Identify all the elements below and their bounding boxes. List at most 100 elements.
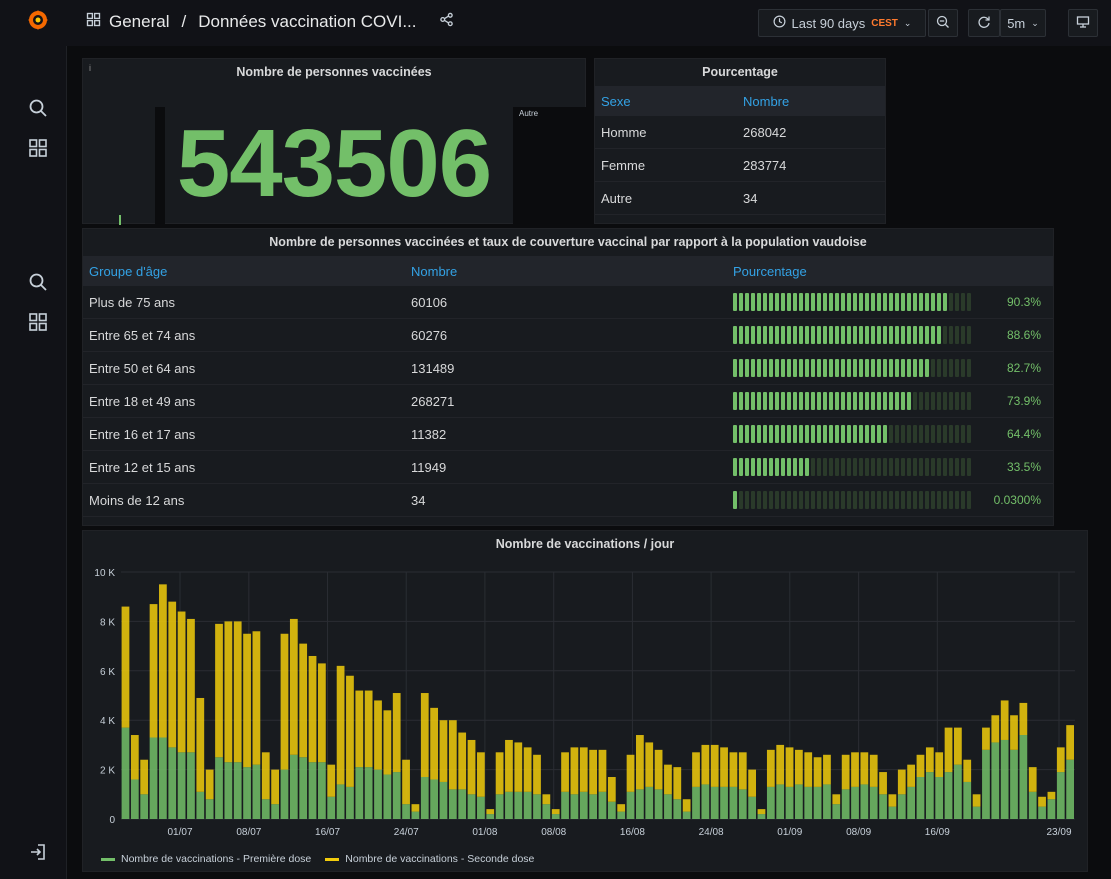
search-icon[interactable] [26,96,50,120]
bar-seconde-dose[interactable] [879,772,887,795]
bar-premiere-dose[interactable] [617,811,626,819]
bar-seconde-dose[interactable] [402,759,410,805]
age-table-panel[interactable]: Nombre de personnes vaccinées et taux de… [82,228,1054,526]
bar-seconde-dose[interactable] [215,623,223,758]
bar-seconde-dose[interactable] [991,715,1000,743]
bar-premiere-dose[interactable] [327,796,336,819]
bar-premiere-dose[interactable] [364,767,373,819]
dashboards-grid-icon[interactable] [26,136,50,160]
bar-premiere-dose[interactable] [448,789,457,819]
bar-seconde-dose[interactable] [617,804,626,812]
bar-seconde-dose[interactable] [533,754,541,795]
bar-seconde-dose[interactable] [458,732,467,790]
info-icon[interactable]: i [89,63,91,73]
bar-seconde-dose[interactable] [570,747,579,795]
bar-seconde-dose[interactable] [374,700,382,770]
bar-premiere-dose[interactable] [196,791,205,819]
bar-seconde-dose[interactable] [916,754,925,778]
bar-premiere-dose[interactable] [514,791,523,819]
bar-seconde-dose[interactable] [430,707,438,780]
bar-premiere-dose[interactable] [869,786,878,819]
bar-premiere-dose[interactable] [636,789,644,819]
bar-seconde-dose[interactable] [804,752,813,787]
legend-item-premiere-dose[interactable]: Nombre de vaccinations - Première dose [101,853,311,865]
bar-premiere-dose[interactable] [813,786,822,819]
bar-premiere-dose[interactable] [916,777,925,819]
legend-item-seconde-dose[interactable]: Nombre de vaccinations - Seconde dose [325,853,534,865]
bar-premiere-dose[interactable] [654,789,663,819]
bar-seconde-dose[interactable] [598,749,607,792]
bar-seconde-dose[interactable] [196,697,205,792]
bar-seconde-dose[interactable] [187,618,195,753]
bar-seconde-dose[interactable] [467,739,476,795]
bar-premiere-dose[interactable] [402,804,410,819]
bar-premiere-dose[interactable] [804,786,813,819]
bar-premiere-dose[interactable] [458,789,467,819]
bar-seconde-dose[interactable] [795,749,803,785]
bar-premiere-dose[interactable] [121,727,130,819]
bar-premiere-dose[interactable] [1000,739,1009,819]
bar-seconde-dose[interactable] [523,747,532,792]
bar-seconde-dose[interactable] [205,769,214,800]
bar-seconde-dose[interactable] [897,769,906,795]
column-header-pourcentage[interactable]: Pourcentage [727,256,1053,286]
bar-seconde-dose[interactable] [944,727,953,773]
bar-seconde-dose[interactable] [701,744,710,785]
bar-premiere-dose[interactable] [1066,759,1074,819]
bar-premiere-dose[interactable] [860,784,869,819]
bar-premiere-dose[interactable] [392,772,401,819]
bar-seconde-dose[interactable] [159,584,167,738]
bar-premiere-dose[interactable] [1038,806,1046,819]
bar-seconde-dose[interactable] [383,710,392,775]
bar-seconde-dose[interactable] [664,764,672,795]
bar-premiere-dose[interactable] [991,742,1000,819]
bar-premiere-dose[interactable] [495,794,504,819]
bar-premiere-dose[interactable] [299,757,308,819]
dashboard-title[interactable]: Données vaccination COVI... [198,12,416,32]
bar-seconde-dose[interactable] [813,757,822,787]
bar-premiere-dose[interactable] [701,784,710,819]
share-icon[interactable] [439,12,454,32]
bar-premiere-dose[interactable] [383,774,392,819]
bar-premiere-dose[interactable] [486,814,495,819]
bar-premiere-dose[interactable] [168,747,177,819]
bar-premiere-dose[interactable] [841,789,850,819]
bar-premiere-dose[interactable] [355,767,364,819]
bar-premiere-dose[interactable] [925,772,934,819]
bar-premiere-dose[interactable] [673,799,682,819]
tv-mode-button[interactable] [1068,9,1098,37]
bar-premiere-dose[interactable] [664,794,672,819]
bar-seconde-dose[interactable] [233,621,242,763]
bar-seconde-dose[interactable] [411,804,420,812]
bar-seconde-dose[interactable] [514,742,523,792]
bar-seconde-dose[interactable] [785,747,794,787]
bar-seconde-dose[interactable] [448,720,457,790]
bar-seconde-dose[interactable] [327,764,336,797]
bar-premiere-dose[interactable] [224,762,233,819]
bar-seconde-dose[interactable] [579,747,588,792]
bar-premiere-dose[interactable] [420,777,429,819]
bar-seconde-dose[interactable] [636,735,644,790]
bar-seconde-dose[interactable] [766,749,775,787]
bar-premiere-dose[interactable] [505,791,513,819]
breadcrumb-folder[interactable]: General [109,12,169,32]
bar-premiere-dose[interactable] [1056,772,1065,819]
bar-premiere-dose[interactable] [271,804,279,819]
bar-seconde-dose[interactable] [364,690,373,768]
search-icon[interactable] [26,270,50,294]
bar-seconde-dose[interactable] [692,752,700,787]
bar-premiere-dose[interactable] [972,806,981,819]
bar-seconde-dose[interactable] [336,665,345,785]
bar-premiere-dose[interactable] [1019,735,1028,819]
bar-seconde-dose[interactable] [841,754,850,790]
bar-premiere-dose[interactable] [907,786,915,819]
bar-seconde-dose[interactable] [589,749,597,795]
bar-premiere-dose[interactable] [1047,799,1056,819]
bar-seconde-dose[interactable] [654,749,663,790]
bar-seconde-dose[interactable] [776,744,785,785]
bar-premiere-dose[interactable] [533,794,541,819]
bar-seconde-dose[interactable] [682,799,691,812]
grafana-logo[interactable] [26,8,50,32]
vaccinations-chart-panel[interactable]: Nombre de vaccinations / jour 0 2 K 4 K 6 K… [82,530,1088,872]
bar-premiere-dose[interactable] [261,799,270,819]
